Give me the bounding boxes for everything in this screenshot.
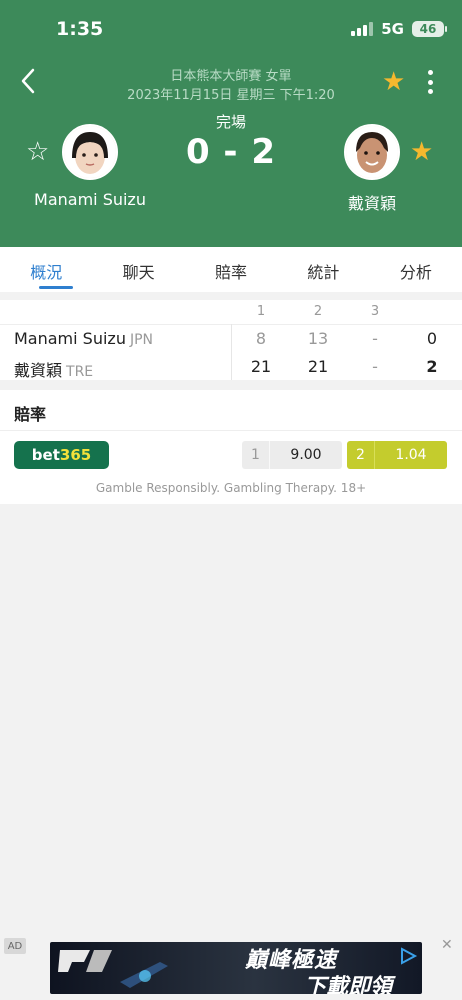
- star-filled-icon[interactable]: ★: [410, 138, 433, 166]
- odds-value: 1.04: [395, 447, 427, 463]
- star-filled-icon[interactable]: ★: [382, 68, 405, 96]
- ad-subline: 下載即領 240抽: [304, 975, 393, 994]
- set-score: -: [372, 357, 378, 376]
- bet365-logo[interactable]: bet 365: [14, 441, 109, 469]
- star-outline-icon[interactable]: ☆: [26, 138, 49, 166]
- ad-badge: AD: [4, 938, 26, 954]
- total-score: 2: [426, 357, 438, 376]
- match-status: 完場: [215, 113, 246, 131]
- more-options-icon[interactable]: [424, 70, 436, 94]
- ad-banner[interactable]: 巔峰極速 下載即領 240抽: [50, 942, 422, 994]
- bookmaker-name-part: bet: [31, 446, 60, 464]
- odds-option-away[interactable]: 2 1.04: [347, 441, 447, 469]
- divider: [231, 324, 232, 380]
- odds-section: 賠率 bet 365 1 9.00 2 1.04 Gamble Responsib…: [0, 390, 462, 504]
- away-player-name[interactable]: 戴資穎: [282, 190, 462, 214]
- battery-icon: 46: [412, 21, 447, 37]
- divider: [0, 430, 462, 431]
- odds-label: 1: [242, 441, 270, 469]
- away-player-avatar[interactable]: [344, 124, 400, 180]
- odds-value: 9.00: [290, 447, 322, 463]
- set-score: 13: [307, 329, 329, 348]
- close-icon[interactable]: ✕: [441, 937, 453, 953]
- tab-stats[interactable]: 統計: [277, 247, 369, 292]
- responsible-gambling-note[interactable]: Gamble Responsibly. Gambling Therapy. 18…: [0, 481, 462, 495]
- set-score: 8: [255, 329, 267, 348]
- tab-chat[interactable]: 聊天: [92, 247, 184, 292]
- network-label: 5G: [381, 20, 404, 38]
- racing-logo-icon: [58, 950, 168, 988]
- player-name: 戴資穎: [14, 361, 63, 380]
- set-header: 1: [256, 304, 266, 319]
- tab-analysis[interactable]: 分析: [370, 247, 462, 292]
- tab-bar: 概況 聊天 賠率 統計 分析: [0, 247, 462, 292]
- home-player-avatar[interactable]: [62, 124, 118, 180]
- scoreboard-home-row: Manami Suizu JPN: [14, 329, 153, 348]
- set-score: 21: [250, 357, 272, 376]
- player-country: TRE: [66, 364, 94, 380]
- player-country: JPN: [129, 332, 153, 348]
- scoreboard-away-row: 戴資穎 TRE: [14, 357, 93, 381]
- play-icon: [401, 947, 418, 965]
- total-score: 0: [426, 329, 438, 348]
- status-time: 1:35: [56, 18, 104, 40]
- home-player-name[interactable]: Manami Suizu: [0, 190, 180, 209]
- odds-option-home[interactable]: 1 9.00: [242, 441, 342, 469]
- set-score: 21: [307, 357, 329, 376]
- status-icons: 5G 46: [351, 20, 447, 38]
- odds-label: 2: [347, 441, 375, 469]
- odds-title: 賠率: [14, 405, 47, 424]
- signal-icon: [351, 22, 374, 36]
- tab-odds[interactable]: 賠率: [185, 247, 277, 292]
- set-header: 2: [313, 304, 323, 319]
- set-score: -: [372, 329, 378, 348]
- set-scoreboard: 1 2 3 Manami Suizu JPN 8 13 - 0 戴資穎 TRE 21…: [0, 300, 462, 380]
- bookmaker-name-part: 365: [59, 446, 92, 464]
- player-name: Manami Suizu: [14, 329, 126, 348]
- match-header: 1:35 5G 46 日本熊本大師賽 女單 2023年11月15日 星期三 下午…: [0, 0, 462, 247]
- set-header: 3: [370, 304, 380, 319]
- tab-overview[interactable]: 概況: [0, 247, 92, 292]
